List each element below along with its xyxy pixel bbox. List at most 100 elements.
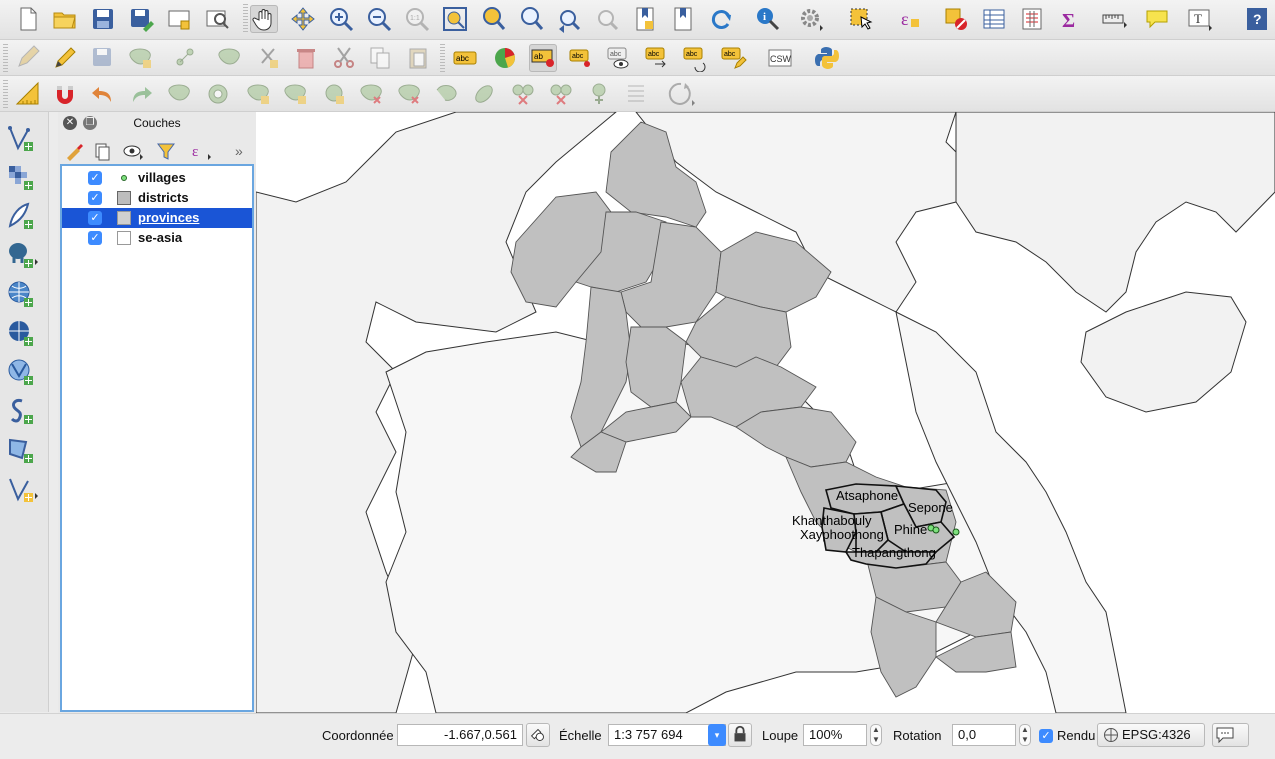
layer-visibility-checkbox[interactable]: ✓ xyxy=(88,171,102,185)
zoom-next-icon[interactable] xyxy=(593,5,621,33)
split-parts-icon[interactable] xyxy=(509,80,537,108)
toggle-editing-icon[interactable] xyxy=(51,44,79,72)
move-label-icon[interactable]: abc xyxy=(643,44,671,72)
reshape-features-icon[interactable] xyxy=(396,80,424,108)
filter-legend-icon[interactable] xyxy=(153,140,179,162)
cut-features-icon[interactable] xyxy=(330,44,358,72)
pin-unpin-labels-icon[interactable]: abc xyxy=(567,44,595,72)
toolbar-grip[interactable] xyxy=(243,4,248,34)
metasearch-csw-icon[interactable]: CSW xyxy=(766,44,794,72)
merge-features-icon[interactable] xyxy=(547,80,575,108)
change-label-icon[interactable]: abc xyxy=(719,44,747,72)
add-part-icon[interactable] xyxy=(245,80,273,108)
fill-ring-icon[interactable] xyxy=(282,80,310,108)
rotation-field[interactable]: 0,0 xyxy=(952,724,1016,746)
toggle-extents-icon[interactable] xyxy=(526,723,550,747)
add-mssql-layer-icon[interactable] xyxy=(4,434,40,466)
style-manager-icon[interactable] xyxy=(61,140,87,162)
layer-row-se-asia[interactable]: ✓ se-asia xyxy=(62,228,252,248)
refresh-icon[interactable] xyxy=(707,5,735,33)
save-project-icon[interactable] xyxy=(89,5,117,33)
render-checkbox[interactable]: ✓ xyxy=(1039,729,1053,743)
add-ring-icon[interactable] xyxy=(204,80,232,108)
merge-attributes-icon[interactable] xyxy=(585,80,613,108)
add-postgis-layer-icon[interactable] xyxy=(4,239,40,271)
select-features-icon[interactable] xyxy=(847,5,875,33)
save-layer-edits-icon[interactable] xyxy=(89,44,117,72)
add-vector-layer-icon[interactable] xyxy=(4,122,40,154)
more-tools-icon[interactable]: » xyxy=(235,140,253,162)
measure-line-icon[interactable] xyxy=(1100,5,1128,33)
toolbar-grip[interactable] xyxy=(440,44,445,74)
move-feature-icon[interactable] xyxy=(172,44,200,72)
composer-manager-icon[interactable] xyxy=(203,5,231,33)
add-group-icon[interactable] xyxy=(89,140,115,162)
show-statistical-summary-icon[interactable]: Σ xyxy=(1056,5,1084,33)
run-feature-action-icon[interactable] xyxy=(797,5,825,33)
layer-visibility-checkbox[interactable]: ✓ xyxy=(88,191,102,205)
zoom-native-resolution-icon[interactable]: 1:1 xyxy=(403,5,431,33)
delete-ring-icon[interactable] xyxy=(320,80,348,108)
split-features-icon[interactable] xyxy=(470,80,498,108)
rotate-point-symbols-icon[interactable] xyxy=(622,80,650,108)
layer-visibility-checkbox[interactable]: ✓ xyxy=(88,231,102,245)
text-annotation-icon[interactable]: T xyxy=(1186,5,1214,33)
undo-icon[interactable] xyxy=(89,80,117,108)
filter-by-expression-icon[interactable]: ε xyxy=(189,140,215,162)
layer-visibility-checkbox[interactable]: ✓ xyxy=(88,211,102,225)
toolbar-grip[interactable] xyxy=(3,44,8,74)
zoom-out-icon[interactable] xyxy=(365,5,393,33)
zoom-to-selection-icon[interactable] xyxy=(479,5,507,33)
zoom-to-layer-icon[interactable] xyxy=(517,5,545,33)
magnifier-spinner[interactable]: ▲ ▼ xyxy=(870,724,882,746)
zoom-in-icon[interactable] xyxy=(327,5,355,33)
offset-curve-icon[interactable] xyxy=(433,80,461,108)
zoom-full-icon[interactable] xyxy=(441,5,469,33)
deselect-features-icon[interactable] xyxy=(942,5,970,33)
map-tips-icon[interactable] xyxy=(1143,5,1171,33)
add-wfs-layer-icon[interactable] xyxy=(4,356,40,388)
snapping-magnet-icon[interactable] xyxy=(51,80,79,108)
open-project-icon[interactable] xyxy=(51,5,79,33)
magnifier-field[interactable]: 100% xyxy=(803,724,867,746)
crs-status-button[interactable]: EPSG:4326 xyxy=(1097,723,1205,747)
map-canvas[interactable]: Atsaphone Sepone Khanthabouly Phine Xayp… xyxy=(256,112,1275,713)
help-icon[interactable]: ? xyxy=(1243,5,1271,33)
messages-icon[interactable] xyxy=(1212,723,1249,747)
map-svg[interactable]: Atsaphone Sepone Khanthabouly Phine Xayp… xyxy=(256,112,1275,713)
add-spatialite-layer-icon[interactable] xyxy=(4,395,40,427)
layer-row-provinces[interactable]: ✓ provinces xyxy=(62,208,252,228)
layer-row-districts[interactable]: ✓ districts xyxy=(62,188,252,208)
simplify-feature-icon[interactable] xyxy=(166,80,194,108)
layer-diagram-options-icon[interactable] xyxy=(491,44,519,72)
delete-icon[interactable] xyxy=(292,44,320,72)
scale-dropdown-icon[interactable]: ▾ xyxy=(708,724,726,746)
coordinate-field[interactable]: -1.667,0.561 xyxy=(397,724,523,746)
save-as-icon[interactable] xyxy=(127,5,155,33)
paste-features-icon[interactable] xyxy=(404,44,432,72)
rotate-feature-icon[interactable] xyxy=(667,80,695,108)
highlight-pinned-labels-icon[interactable]: ab xyxy=(529,44,557,72)
new-shapefile-layer-icon[interactable] xyxy=(4,473,40,505)
python-console-icon[interactable] xyxy=(813,44,841,72)
add-feature-icon[interactable] xyxy=(127,44,155,72)
rotate-label-icon[interactable]: abc xyxy=(681,44,709,72)
redo-icon[interactable] xyxy=(127,80,155,108)
village-point[interactable] xyxy=(952,528,960,536)
zoom-last-icon[interactable] xyxy=(555,5,583,33)
show-hide-labels-icon[interactable]: abc xyxy=(605,44,633,72)
new-bookmark-icon[interactable] xyxy=(631,5,659,33)
delete-part-icon[interactable] xyxy=(358,80,386,108)
copy-features-icon[interactable] xyxy=(366,44,394,72)
new-print-composer-icon[interactable] xyxy=(165,5,193,33)
open-field-calculator-icon[interactable] xyxy=(1018,5,1046,33)
node-tool-icon[interactable] xyxy=(216,44,244,72)
pan-map-icon[interactable] xyxy=(250,5,278,33)
current-edits-icon[interactable] xyxy=(14,44,42,72)
layer-row-villages[interactable]: ✓ villages xyxy=(62,168,252,188)
lock-scale-icon[interactable] xyxy=(728,723,752,747)
add-raster-layer-icon[interactable] xyxy=(4,161,40,193)
advanced-digitizing-icon[interactable] xyxy=(14,80,42,108)
new-project-icon[interactable] xyxy=(14,5,42,33)
layer-labeling-options-icon[interactable]: abc xyxy=(451,44,479,72)
